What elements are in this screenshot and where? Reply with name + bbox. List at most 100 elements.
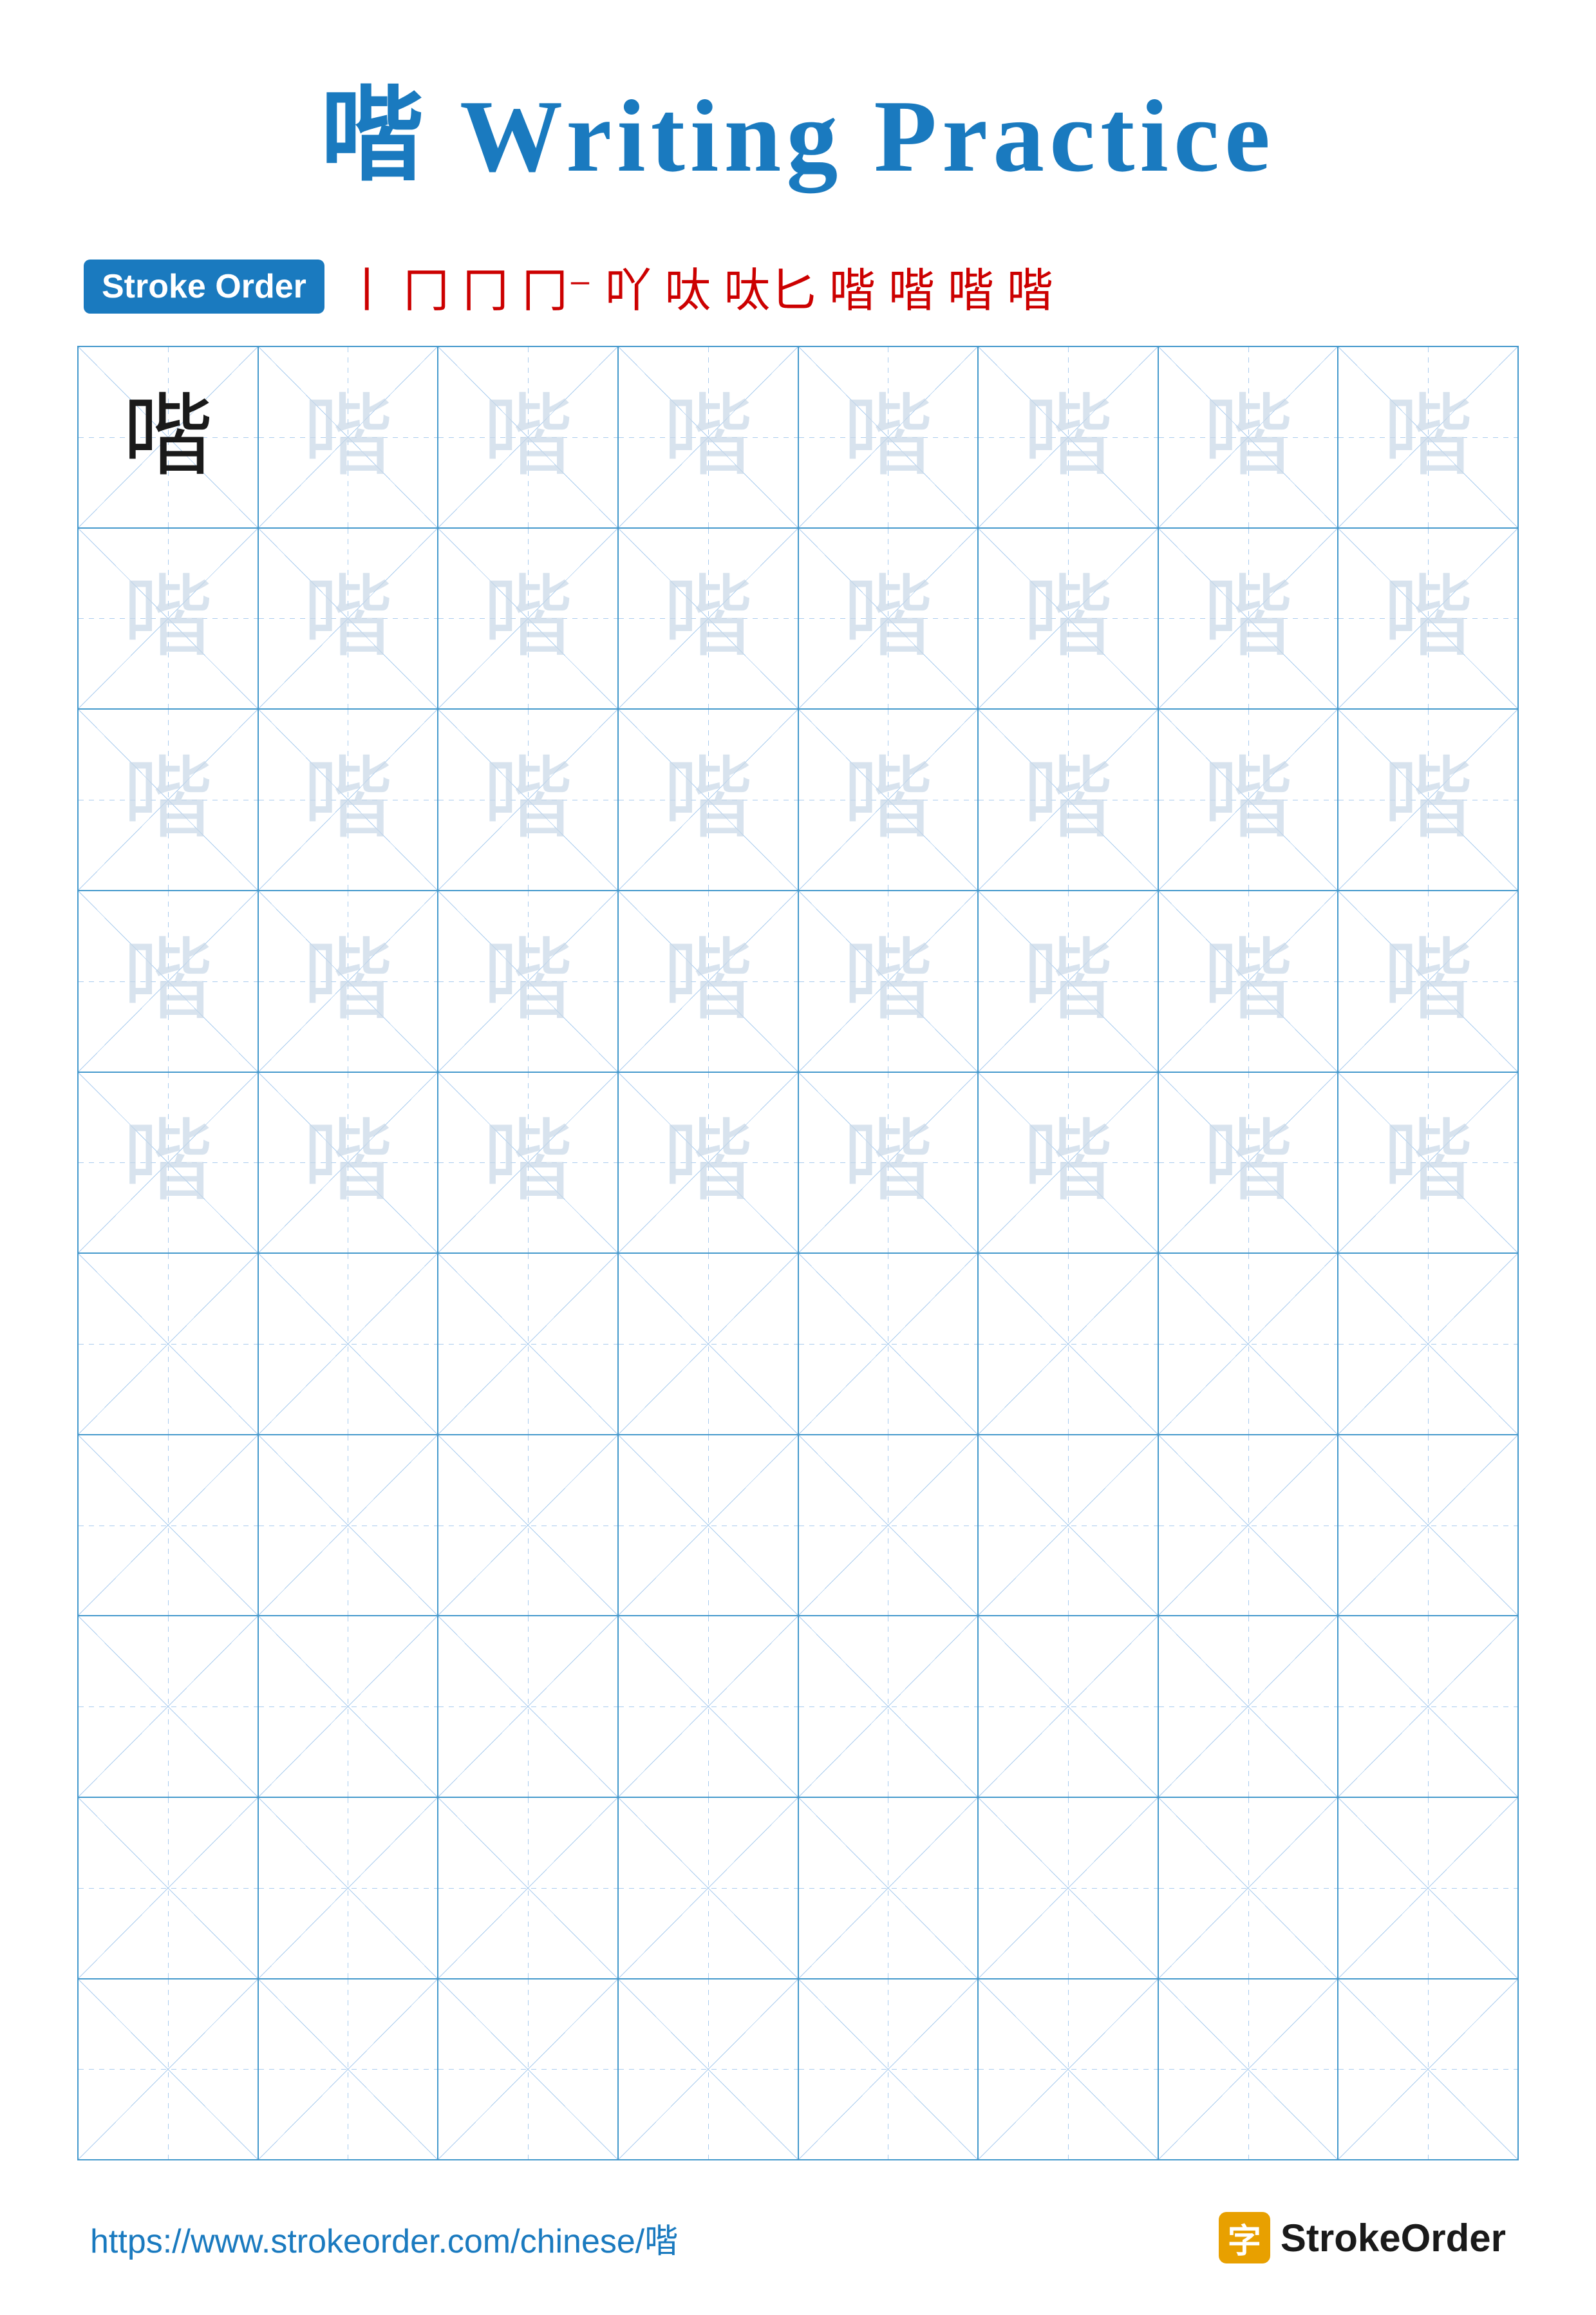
char-display-light: 喈 xyxy=(483,1117,573,1207)
grid-cell-2-1: 喈 xyxy=(79,529,259,709)
grid-cell-1-6: 喈 xyxy=(979,347,1159,527)
grid-cell-6-6[interactable] xyxy=(979,1254,1159,1434)
grid-cell-4-1: 喈 xyxy=(79,891,259,1072)
grid-row-9 xyxy=(79,1798,1517,1980)
grid-row-8 xyxy=(79,1616,1517,1798)
grid-cell-5-4: 喈 xyxy=(619,1073,799,1253)
grid-cell-10-6[interactable] xyxy=(979,1980,1159,2160)
char-display-light: 喈 xyxy=(663,573,753,663)
grid-cell-2-3: 喈 xyxy=(438,529,619,709)
grid-cell-5-3: 喈 xyxy=(438,1073,619,1253)
char-display-light: 喈 xyxy=(483,392,573,482)
grid-cell-9-2[interactable] xyxy=(259,1798,439,1978)
grid-cell-6-4[interactable] xyxy=(619,1254,799,1434)
practice-grid: 喈 喈 喈 喈 喈 喈 喈 xyxy=(77,346,1519,2160)
grid-cell-10-7[interactable] xyxy=(1159,1980,1339,2160)
char-display-light: 喈 xyxy=(1023,392,1113,482)
footer-url[interactable]: https://www.strokeorder.com/chinese/喈 xyxy=(90,2214,678,2262)
grid-cell-2-4: 喈 xyxy=(619,529,799,709)
char-display-light: 喈 xyxy=(1023,1117,1113,1207)
char-display-light: 喈 xyxy=(663,755,753,845)
grid-cell-2-6: 喈 xyxy=(979,529,1159,709)
grid-cell-6-2[interactable] xyxy=(259,1254,439,1434)
grid-cell-9-7[interactable] xyxy=(1159,1798,1339,1978)
grid-cell-10-3[interactable] xyxy=(438,1980,619,2160)
grid-cell-1-8: 喈 xyxy=(1338,347,1517,527)
stroke-step-6: 呔 xyxy=(664,252,711,320)
grid-cell-3-8: 喈 xyxy=(1338,710,1517,890)
grid-cell-3-3: 喈 xyxy=(438,710,619,890)
stroke-step-3: 冂 xyxy=(462,252,509,320)
grid-cell-6-7[interactable] xyxy=(1159,1254,1339,1434)
grid-cell-6-8[interactable] xyxy=(1338,1254,1517,1434)
grid-cell-8-3[interactable] xyxy=(438,1616,619,1797)
grid-cell-8-1[interactable] xyxy=(79,1616,259,1797)
stroke-order-badge: Stroke Order xyxy=(84,260,324,314)
grid-cell-8-8[interactable] xyxy=(1338,1616,1517,1797)
grid-cell-6-5[interactable] xyxy=(799,1254,979,1434)
grid-cell-8-5[interactable] xyxy=(799,1616,979,1797)
grid-cell-7-5[interactable] xyxy=(799,1435,979,1616)
grid-cell-7-7[interactable] xyxy=(1159,1435,1339,1616)
stroke-step-4: 冂⁻ xyxy=(521,252,592,320)
grid-cell-3-2: 喈 xyxy=(259,710,439,890)
grid-cell-8-4[interactable] xyxy=(619,1616,799,1797)
grid-cell-2-2: 喈 xyxy=(259,529,439,709)
char-display-light: 喈 xyxy=(663,936,753,1026)
footer: https://www.strokeorder.com/chinese/喈 字 … xyxy=(77,2212,1519,2263)
grid-cell-1-1: 喈 xyxy=(79,347,259,527)
grid-cell-6-3[interactable] xyxy=(438,1254,619,1434)
grid-cell-3-6: 喈 xyxy=(979,710,1159,890)
char-display-light: 喈 xyxy=(1203,936,1293,1026)
grid-cell-8-7[interactable] xyxy=(1159,1616,1339,1797)
grid-cell-10-8[interactable] xyxy=(1338,1980,1517,2160)
stroke-step-5: 吖 xyxy=(605,252,652,320)
grid-cell-7-6[interactable] xyxy=(979,1435,1159,1616)
char-display-light: 喈 xyxy=(1203,573,1293,663)
stroke-order-row: Stroke Order 丨 冂 冂 冂⁻ 吖 呔 呔匕 喈 喈 喈 喈 xyxy=(77,252,1519,320)
grid-cell-7-2[interactable] xyxy=(259,1435,439,1616)
stroke-step-7: 呔匕 xyxy=(724,252,816,320)
char-display-light: 喈 xyxy=(123,936,213,1026)
grid-cell-3-4: 喈 xyxy=(619,710,799,890)
grid-cell-8-6[interactable] xyxy=(979,1616,1159,1797)
grid-cell-9-3[interactable] xyxy=(438,1798,619,1978)
grid-cell-9-4[interactable] xyxy=(619,1798,799,1978)
grid-cell-4-4: 喈 xyxy=(619,891,799,1072)
char-display-light: 喈 xyxy=(123,755,213,845)
char-display-light: 喈 xyxy=(123,573,213,663)
char-display-light: 喈 xyxy=(1383,936,1473,1026)
char-display-light: 喈 xyxy=(1023,936,1113,1026)
grid-cell-10-4[interactable] xyxy=(619,1980,799,2160)
grid-cell-9-6[interactable] xyxy=(979,1798,1159,1978)
char-display-light: 喈 xyxy=(483,936,573,1026)
grid-cell-7-4[interactable] xyxy=(619,1435,799,1616)
grid-cell-9-8[interactable] xyxy=(1338,1798,1517,1978)
page: 喈 Writing Practice Stroke Order 丨 冂 冂 冂⁻… xyxy=(0,0,1596,2315)
grid-row-5: 喈 喈 喈 喈 喈 喈 喈 xyxy=(79,1073,1517,1254)
char-display-light: 喈 xyxy=(1203,1117,1293,1207)
grid-cell-5-7: 喈 xyxy=(1159,1073,1339,1253)
grid-cell-8-2[interactable] xyxy=(259,1616,439,1797)
grid-cell-10-5[interactable] xyxy=(799,1980,979,2160)
footer-brand: 字 StrokeOrder xyxy=(1219,2212,1506,2263)
grid-cell-7-3[interactable] xyxy=(438,1435,619,1616)
brand-icon: 字 xyxy=(1219,2212,1270,2263)
grid-cell-7-8[interactable] xyxy=(1338,1435,1517,1616)
grid-cell-9-1[interactable] xyxy=(79,1798,259,1978)
grid-cell-10-1[interactable] xyxy=(79,1980,259,2160)
grid-row-10 xyxy=(79,1980,1517,2160)
grid-cell-6-1[interactable] xyxy=(79,1254,259,1434)
grid-cell-3-5: 喈 xyxy=(799,710,979,890)
stroke-step-9: 喈 xyxy=(888,252,935,320)
grid-cell-9-5[interactable] xyxy=(799,1798,979,1978)
char-display-light: 喈 xyxy=(663,1117,753,1207)
grid-cell-4-6: 喈 xyxy=(979,891,1159,1072)
page-title: 喈 Writing Practice xyxy=(321,52,1275,201)
char-display-light: 喈 xyxy=(1203,392,1293,482)
grid-cell-7-1[interactable] xyxy=(79,1435,259,1616)
char-display-light: 喈 xyxy=(483,755,573,845)
grid-cell-10-2[interactable] xyxy=(259,1980,439,2160)
grid-row-6 xyxy=(79,1254,1517,1435)
grid-cell-1-3: 喈 xyxy=(438,347,619,527)
